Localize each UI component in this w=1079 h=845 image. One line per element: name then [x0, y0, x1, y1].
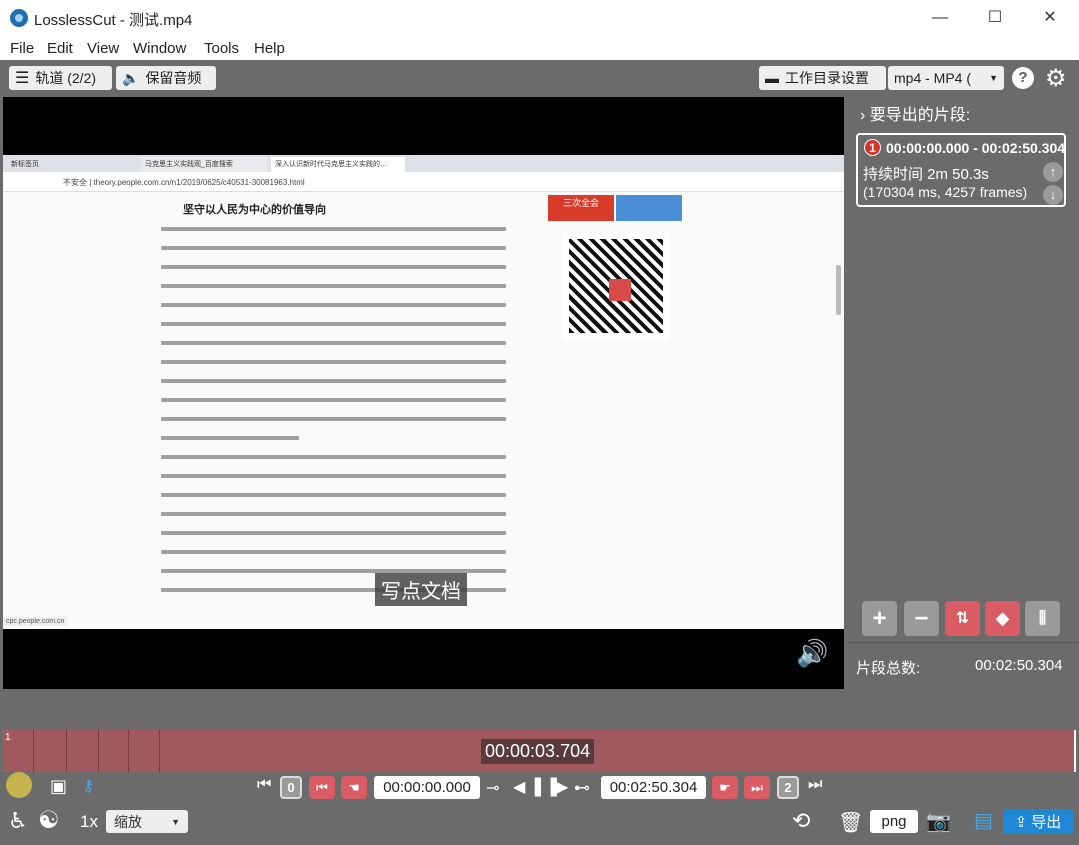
next-frame-icon[interactable]: ▶ [556, 777, 568, 797]
export-button[interactable]: ⇪ 导出 [1003, 809, 1073, 834]
split-segments-button[interactable]: ⫼ [1025, 601, 1060, 636]
minimize-button[interactable]: — [930, 8, 950, 28]
article-body [161, 227, 506, 607]
video-frame: 新标签页 马克思主义实践观_百度搜索 深入认识新时代马克思主义实践的… 不安全 … [3, 155, 844, 629]
maximize-button[interactable]: ☐ [985, 8, 1005, 28]
menu-view[interactable]: View [87, 40, 119, 57]
camera-icon[interactable]: 📷 [926, 809, 951, 834]
end-time-input[interactable]: 00:02:50.304 [601, 776, 706, 799]
add-segment-button[interactable]: + [862, 601, 897, 636]
playback-speed[interactable]: 1x [80, 812, 98, 832]
video-subtitle: 写点文档 [375, 573, 467, 606]
keyframe-marker [128, 730, 129, 772]
move-down-icon[interactable]: ↓ [1043, 185, 1063, 205]
set-cut-start-button[interactable]: ☚ [341, 776, 367, 799]
browser-scrollbar [836, 265, 841, 315]
chevron-down-icon: ▼ [171, 816, 180, 827]
zoom-select[interactable]: 缩放 ▼ [106, 810, 188, 833]
keep-audio-label: 保留音频 [145, 70, 202, 86]
article-heading: 坚守以人民为中心的价值导向 [183, 204, 326, 216]
segment-detail: (170304 ms, 4257 frames) [863, 184, 1028, 200]
set-cut-end-button[interactable]: ☛ [712, 776, 738, 799]
keyframe-marker [159, 730, 160, 772]
calendar-icon[interactable]: ▤ [974, 808, 993, 833]
segments-header: › 要导出的片段: [860, 101, 970, 125]
timeline-end-marker [1074, 730, 1076, 772]
export-icon: ⇪ [1014, 813, 1028, 831]
status-url: cpc.people.com.cn [3, 617, 68, 626]
key-right-icon[interactable]: ⊷ [574, 778, 590, 798]
keyframe-marker [66, 730, 67, 772]
gear-icon[interactable]: ⚙ [1045, 64, 1067, 93]
start-time-input[interactable]: 00:00:00.000 [374, 776, 480, 799]
jump-cut-end-button[interactable]: ⏭ [744, 776, 770, 799]
browser-tab: 马克思主义实践观_百度搜索 [141, 157, 267, 172]
current-time: 00:00:03.704 [481, 739, 595, 764]
start-index[interactable]: 0 [280, 776, 302, 799]
zoom-label: 缩放 [114, 813, 142, 830]
segment-range: 00:00:00.000 - 00:02:50.304 [886, 140, 1066, 156]
side-blue-button [616, 195, 682, 221]
browser-address-bar: 不安全 | theory.people.com.cn/n1/2019/0625/… [3, 172, 844, 192]
jump-end-icon[interactable]: ⏭ [808, 776, 822, 794]
cursor-highlight [6, 772, 32, 798]
menu-file[interactable]: File [10, 40, 34, 57]
browser-url: 不安全 | theory.people.com.cn/n1/2019/0625/… [63, 178, 305, 187]
segments-header-label: 要导出的片段: [869, 107, 971, 124]
thumbnails-icon[interactable]: ▣ [50, 776, 67, 797]
jump-start-icon[interactable]: ⏮ [257, 776, 271, 794]
prev-frame-icon[interactable]: ◀ [513, 777, 525, 797]
move-up-icon[interactable]: ↑ [1043, 162, 1063, 182]
remove-segment-button[interactable]: − [904, 601, 939, 636]
key-left-icon[interactable]: ⊸ [486, 778, 499, 798]
window-title: LosslessCut - 测试.mp4 [34, 12, 193, 29]
accessibility-icon[interactable]: ♿ [8, 808, 28, 834]
export-label: 导出 [1031, 814, 1062, 831]
trash-icon[interactable]: 🗑 [838, 810, 863, 835]
help-icon[interactable]: ? [1012, 67, 1034, 89]
keep-audio-button[interactable]: 🔈 保留音频 [116, 66, 216, 90]
qr-code [563, 233, 669, 339]
chevron-right-icon: › [860, 107, 866, 124]
jump-cut-start-button[interactable]: ⏮ [309, 776, 335, 799]
list-icon: ☰ [15, 70, 30, 87]
tag-icon[interactable]: ◆ [985, 601, 1020, 636]
tracks-label: 轨道 (2/2) [35, 70, 97, 86]
sort-segments-button[interactable]: ⇅ [945, 601, 980, 636]
browser-tab: 新标签页 [11, 161, 39, 168]
total-value: 00:02:50.304 [975, 657, 1063, 674]
side-red-button: 三次全会 [548, 195, 614, 221]
format-value: mp4 - MP4 ( [894, 70, 972, 86]
rotate-icon[interactable]: ⟲ [792, 808, 810, 834]
speaker-icon: 🔈 [122, 69, 140, 86]
divider [847, 642, 1079, 643]
keyframe-marker [33, 730, 34, 772]
yin-yang-icon[interactable]: ☯ [38, 806, 60, 835]
menu-help[interactable]: Help [254, 40, 285, 57]
chevron-down-icon: ▼ [989, 73, 998, 83]
segment-index-badge: 1 [864, 139, 881, 156]
format-select[interactable]: mp4 - MP4 ( ▼ [888, 66, 1004, 90]
menu-window[interactable]: Window [133, 40, 186, 57]
total-label: 片段总数: [856, 660, 921, 677]
key-icon[interactable]: ⚷ [82, 776, 94, 796]
browser-tab: 深入认识新时代马克思主义实践的… [271, 157, 405, 172]
menu-tools[interactable]: Tools [204, 40, 239, 57]
close-button[interactable]: ✕ [1040, 8, 1060, 28]
app-logo-icon [10, 9, 28, 27]
folder-icon: ▬ [765, 70, 779, 86]
keyframe-marker [98, 730, 99, 772]
workdir-label: 工作目录设置 [785, 70, 869, 86]
tracks-button[interactable]: ☰ 轨道 (2/2) [9, 66, 112, 90]
end-index[interactable]: 2 [777, 776, 799, 799]
volume-icon[interactable]: 🔊 [796, 638, 828, 669]
menu-edit[interactable]: Edit [47, 40, 73, 57]
snapshot-format-select[interactable]: png [870, 810, 918, 833]
segment-duration: 持续时间 2m 50.3s [863, 166, 989, 183]
browser-tab-strip: 新标签页 马克思主义实践观_百度搜索 深入认识新时代马克思主义实践的… [3, 155, 844, 172]
timeline-segment-number: 1 [5, 732, 11, 743]
workdir-button[interactable]: ▬ 工作目录设置 [759, 66, 886, 90]
